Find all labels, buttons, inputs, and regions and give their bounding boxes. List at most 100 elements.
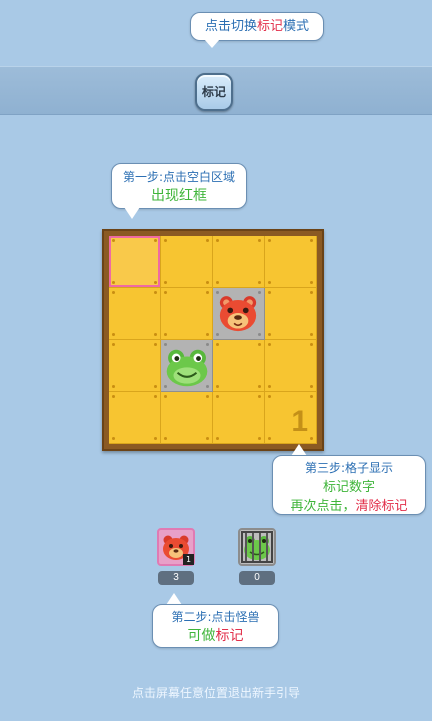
rivet xyxy=(154,343,157,346)
board-cell[interactable] xyxy=(109,288,161,340)
rivet xyxy=(154,395,157,398)
rivet xyxy=(216,385,219,388)
rivet xyxy=(310,395,313,398)
rivet xyxy=(164,291,167,294)
exit-tutorial-text[interactable]: 点击屏幕任意位置退出新手引导 xyxy=(0,684,432,701)
board-cell-selected[interactable] xyxy=(109,236,161,288)
rivet xyxy=(268,333,271,336)
green-frog-monster-icon[interactable] xyxy=(164,343,210,393)
rivet xyxy=(112,291,115,294)
board-cell[interactable] xyxy=(213,392,265,444)
caged-frog-icon xyxy=(241,531,273,563)
step1-tail xyxy=(124,207,140,219)
step2-result-line: 可做标记 xyxy=(153,625,278,645)
mode-hint-bubble: 点击切换标记模式 xyxy=(190,12,324,41)
rivet xyxy=(164,281,167,284)
step3-clear-line: 再次点击，清除标记 xyxy=(273,495,425,514)
step1-result-text: 出现红框 xyxy=(151,188,207,204)
board-cell[interactable]: 1 xyxy=(265,392,317,444)
rivet xyxy=(164,239,167,242)
board-cell[interactable] xyxy=(265,288,317,340)
rivet xyxy=(112,281,115,284)
rivet xyxy=(164,333,167,336)
board-grid: 1 xyxy=(109,236,317,444)
rivet xyxy=(268,281,271,284)
rivet xyxy=(310,343,313,346)
rivet xyxy=(268,291,271,294)
board-cell[interactable] xyxy=(109,340,161,392)
rivet xyxy=(268,395,271,398)
game-board: 1 xyxy=(102,229,324,451)
rivet xyxy=(112,343,115,346)
step3-bubble: 第三步:格子显示 标记数字 再次点击，清除标记 xyxy=(272,455,426,515)
mode-hint-suffix: 模式 xyxy=(283,19,310,34)
rivet xyxy=(164,395,167,398)
rivet xyxy=(268,239,271,242)
step1-text: 第一步:点击空白区域 xyxy=(122,170,236,184)
step3-text: 第三步:格子显示 xyxy=(304,461,394,475)
rivet xyxy=(206,333,209,336)
rivet xyxy=(310,291,313,294)
rivet xyxy=(216,343,219,346)
rivet xyxy=(258,437,261,440)
board-cell[interactable] xyxy=(265,236,317,288)
tray-slot-red-bear[interactable]: 1 xyxy=(157,528,195,566)
rivet xyxy=(112,333,115,336)
rivet xyxy=(258,395,261,398)
rivet xyxy=(258,343,261,346)
step3-clear-prefix: 再次点击， xyxy=(290,499,356,514)
step1-bubble: 第一步:点击空白区域 出现红框 xyxy=(111,163,247,209)
rivet xyxy=(206,437,209,440)
rivet xyxy=(216,281,219,284)
board-cell[interactable] xyxy=(213,236,265,288)
rivet xyxy=(310,437,313,440)
step2-result-highlight: 标记 xyxy=(215,628,244,644)
step2-result-prefix: 可做 xyxy=(187,628,216,644)
rivet xyxy=(154,437,157,440)
rivet xyxy=(112,239,115,242)
board-cell[interactable] xyxy=(161,340,213,392)
rivet xyxy=(268,343,271,346)
rivet xyxy=(206,239,209,242)
board-cell[interactable] xyxy=(213,288,265,340)
green-frog-count: 0 xyxy=(239,571,275,585)
rivet xyxy=(154,291,157,294)
step2-text: 第二步:点击怪兽 xyxy=(171,610,260,624)
board-cell[interactable] xyxy=(213,340,265,392)
mode-hint-highlight: 标记 xyxy=(256,19,283,34)
tray-slot-green-frog[interactable] xyxy=(238,528,276,566)
rivet xyxy=(154,333,157,336)
rivet xyxy=(216,395,219,398)
cell-mark-number: 1 xyxy=(291,405,308,438)
rivet xyxy=(310,385,313,388)
step2-bubble: 第二步:点击怪兽 可做标记 xyxy=(152,604,279,648)
step3-mark-text: 标记数字 xyxy=(322,480,375,495)
rivet xyxy=(268,437,271,440)
rivet xyxy=(112,385,115,388)
red-bear-monster-icon[interactable] xyxy=(216,291,260,339)
board-cell[interactable] xyxy=(109,392,161,444)
rivet xyxy=(154,239,157,242)
rivet xyxy=(154,385,157,388)
board-cell[interactable] xyxy=(161,288,213,340)
mode-hint-prefix: 点击切换 xyxy=(204,19,257,34)
mark-mode-button[interactable]: 标记 xyxy=(195,73,233,111)
red-bear-badge: 1 xyxy=(183,554,194,565)
rivet xyxy=(216,437,219,440)
rivet xyxy=(112,395,115,398)
red-bear-count: 3 xyxy=(158,571,194,585)
rivet xyxy=(310,333,313,336)
rivet xyxy=(154,281,157,284)
rivet xyxy=(310,239,313,242)
board-cell[interactable] xyxy=(265,340,317,392)
rivet xyxy=(164,437,167,440)
board-cell[interactable] xyxy=(161,236,213,288)
mode-hint-tail xyxy=(204,39,220,48)
board-cell[interactable] xyxy=(161,392,213,444)
rivet xyxy=(206,395,209,398)
rivet xyxy=(112,437,115,440)
rivet xyxy=(216,239,219,242)
rivet xyxy=(206,281,209,284)
rivet xyxy=(258,281,261,284)
step3-clear-highlight: 清除标记 xyxy=(355,499,408,514)
